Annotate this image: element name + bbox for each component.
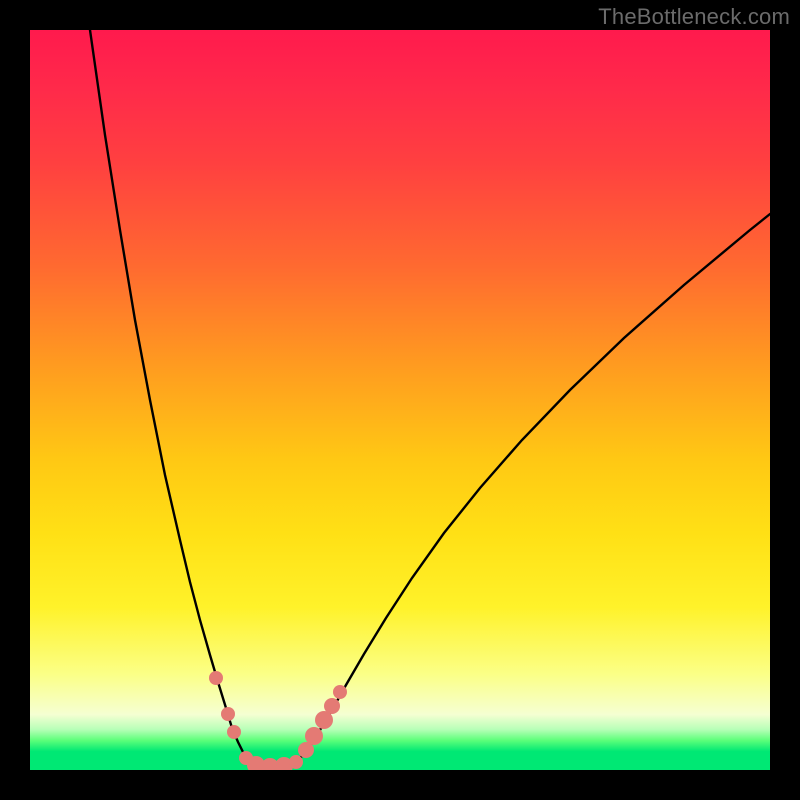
data-marker xyxy=(289,755,303,769)
chart-svg xyxy=(30,30,770,770)
plot-area xyxy=(30,30,770,770)
data-marker xyxy=(227,725,241,739)
curve-path xyxy=(90,30,250,763)
data-marker xyxy=(209,671,223,685)
curve-group xyxy=(90,30,770,767)
data-marker xyxy=(305,727,323,745)
watermark-text: TheBottleneck.com xyxy=(598,4,790,30)
outer-frame: TheBottleneck.com xyxy=(0,0,800,800)
data-marker xyxy=(324,698,340,714)
data-marker xyxy=(333,685,347,699)
curve-path xyxy=(295,214,770,763)
marker-group xyxy=(209,671,347,770)
data-marker xyxy=(221,707,235,721)
